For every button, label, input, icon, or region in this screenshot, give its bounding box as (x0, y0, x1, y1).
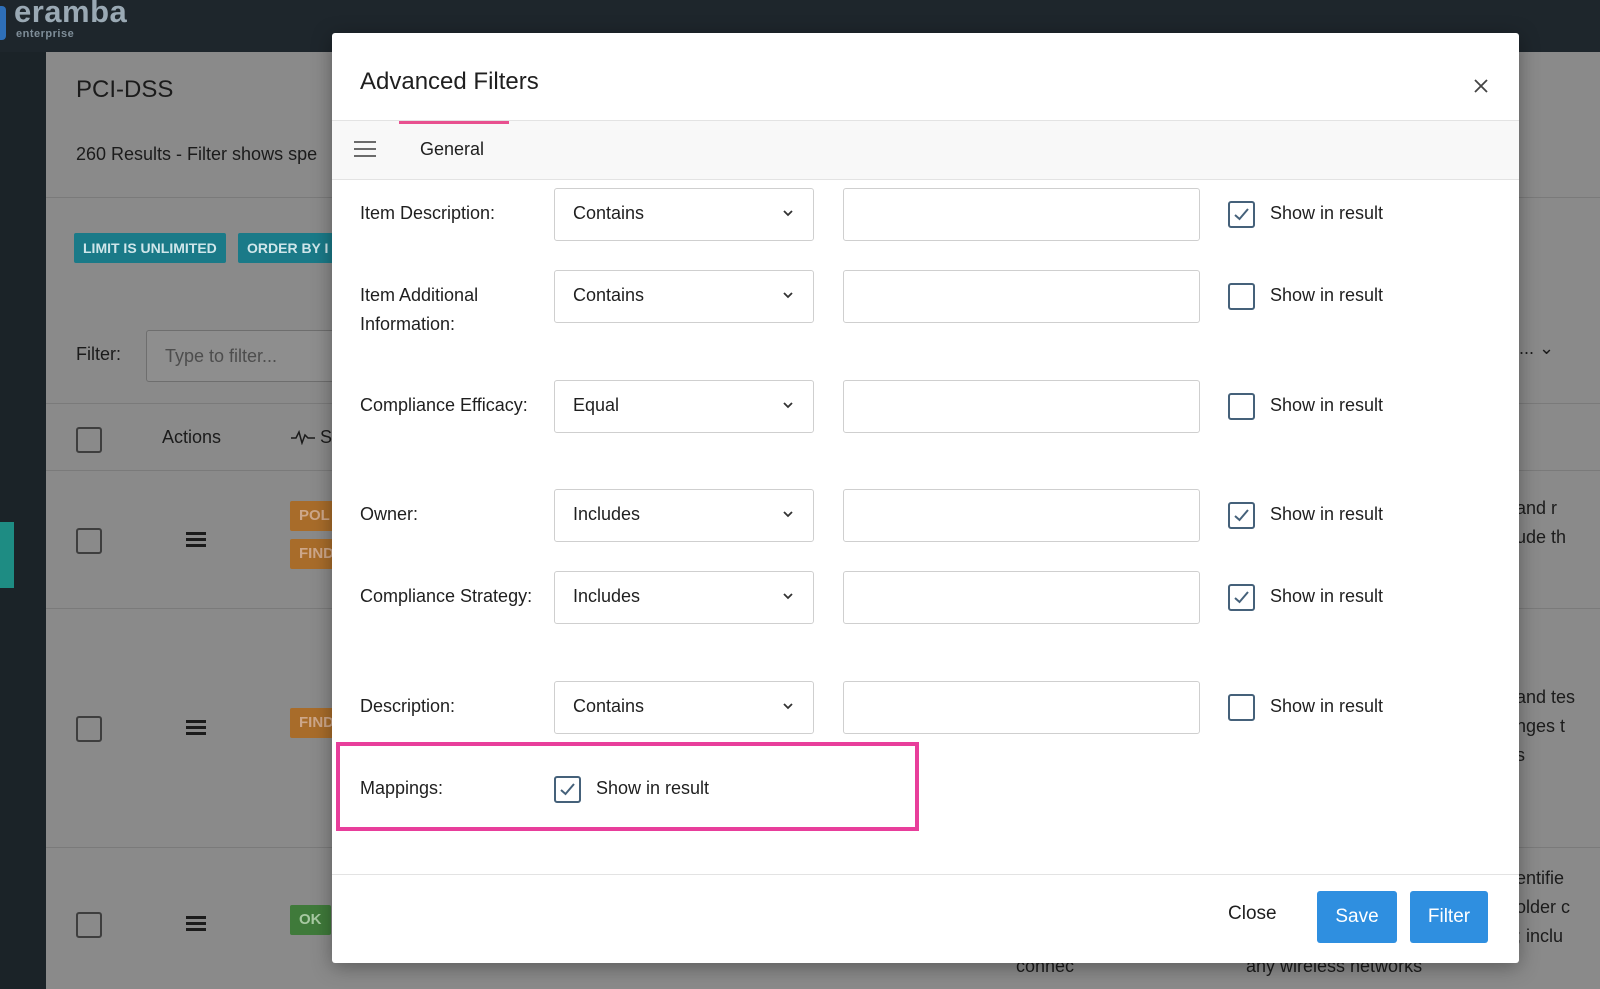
operator-select-item-additional-information[interactable]: Contains (554, 270, 814, 323)
checkbox-checked[interactable] (1228, 502, 1255, 529)
save-button[interactable]: Save (1317, 891, 1397, 943)
modal-title: Advanced Filters (360, 68, 539, 95)
value-input-compliance-strategy[interactable] (843, 571, 1200, 624)
column-header-status[interactable]: S (291, 427, 332, 448)
row-text: nges t (1516, 716, 1566, 736)
row-checkbox[interactable] (76, 528, 102, 554)
checkbox-checked[interactable] (554, 776, 581, 803)
row-text: and r (1516, 498, 1558, 518)
value-input-description[interactable] (843, 681, 1200, 734)
operator-value: Equal (573, 395, 620, 415)
tab-general-label: General (420, 139, 485, 159)
chevron-down-icon (783, 703, 793, 710)
checkbox-label: Show in result (1270, 586, 1384, 606)
status-tag: OK (290, 905, 331, 935)
operator-value: Contains (573, 696, 645, 716)
operator-select-compliance-strategy[interactable]: Includes (554, 571, 814, 624)
operator-select-owner[interactable]: Includes (554, 489, 814, 542)
chevron-down-icon (783, 402, 793, 409)
checkmark-icon (1234, 509, 1249, 522)
tab-bar: General (332, 121, 1519, 180)
chevron-down-icon (783, 292, 793, 299)
row-text: and tes (1516, 687, 1576, 707)
modal-footer: Close Save Filter (332, 874, 1519, 963)
filter-label-item-additional-information: Item Additional Information: (360, 285, 479, 334)
value-input-item-description[interactable] (843, 188, 1200, 241)
filter-button[interactable]: Filter (1410, 891, 1488, 943)
filter-label-mappings: Mappings: (360, 778, 444, 798)
checkbox-unchecked[interactable] (1228, 393, 1255, 420)
row-menu-icon[interactable] (186, 720, 206, 738)
checkbox-unchecked[interactable] (1228, 283, 1255, 310)
filter-label-item-description: Item Description: (360, 203, 496, 223)
app-logo-subtitle: enterprise (16, 28, 75, 40)
filter-label-owner: Owner: (360, 504, 419, 524)
operator-select-compliance-efficacy[interactable]: Equal (554, 380, 814, 433)
order-badge[interactable]: ORDER BY I (238, 233, 338, 263)
tab-general[interactable]: General (399, 121, 509, 180)
value-input-item-additional-information[interactable] (843, 270, 1200, 323)
checkbox-checked[interactable] (1228, 584, 1255, 611)
modal-header: Advanced Filters (332, 33, 1519, 121)
checkbox-unchecked[interactable] (1228, 694, 1255, 721)
checkmark-icon (1234, 208, 1249, 221)
row-menu-icon[interactable] (186, 532, 206, 550)
advanced-filters-modal: Advanced Filters General Item Descriptio… (332, 33, 1519, 963)
chevron-down-icon (783, 593, 793, 600)
select-all-checkbox[interactable] (76, 427, 102, 453)
operator-select-item-description[interactable]: Contains (554, 188, 814, 241)
value-input-compliance-efficacy[interactable] (843, 380, 1200, 433)
checkbox-label: Show in result (596, 778, 710, 798)
row-menu-icon[interactable] (186, 916, 206, 934)
row-checkbox[interactable] (76, 912, 102, 938)
checkbox-label: Show in result (1270, 285, 1384, 305)
limit-badge[interactable]: LIMIT IS UNLIMITED (74, 233, 226, 263)
checkbox-label: Show in result (1270, 504, 1384, 524)
operator-select-description[interactable]: Contains (554, 681, 814, 734)
checkbox-label: Show in result (1270, 203, 1384, 223)
logo-mark (0, 6, 6, 40)
chevron-down-icon (783, 210, 793, 217)
page-title: PCI-DSS (76, 76, 174, 103)
filter-label-compliance-efficacy: Compliance Efficacy: (360, 395, 528, 415)
filter-label-description: Description: (360, 696, 456, 716)
checkbox-checked[interactable] (1228, 201, 1255, 228)
filter-placeholder: Type to filter... (165, 346, 278, 366)
row-text: ; inclu (1516, 926, 1564, 946)
value-input-owner[interactable] (843, 489, 1200, 542)
filter-label-compliance-strategy: Compliance Strategy: (360, 586, 533, 606)
filter-label: Filter: (76, 344, 121, 364)
row-checkbox[interactable] (76, 716, 102, 742)
hamburger-menu-icon[interactable] (354, 141, 376, 159)
pulse-icon (291, 429, 315, 446)
operator-value: Includes (573, 586, 641, 606)
checkbox-label: Show in result (1270, 395, 1384, 415)
checkmark-icon (1234, 591, 1249, 604)
sidebar (0, 52, 46, 989)
operator-value: Includes (573, 504, 641, 524)
checkmark-icon (560, 783, 575, 796)
checkbox-label: Show in result (1270, 696, 1384, 716)
operator-value: Contains (573, 285, 645, 305)
app-logo[interactable]: eramba (14, 0, 127, 30)
close-button[interactable]: Close (1228, 903, 1277, 925)
sidebar-active-indicator (0, 522, 14, 588)
column-header-actions: Actions (162, 427, 222, 447)
row-text: entifie (1516, 868, 1565, 888)
row-text: older c (1516, 897, 1571, 917)
chevron-down-icon (783, 511, 793, 518)
results-summary: 260 Results - Filter shows spe (76, 144, 318, 164)
active-tab-indicator (399, 121, 509, 124)
close-icon[interactable] (1470, 75, 1492, 97)
row-text: ude th (1516, 527, 1567, 547)
operator-value: Contains (573, 203, 645, 223)
